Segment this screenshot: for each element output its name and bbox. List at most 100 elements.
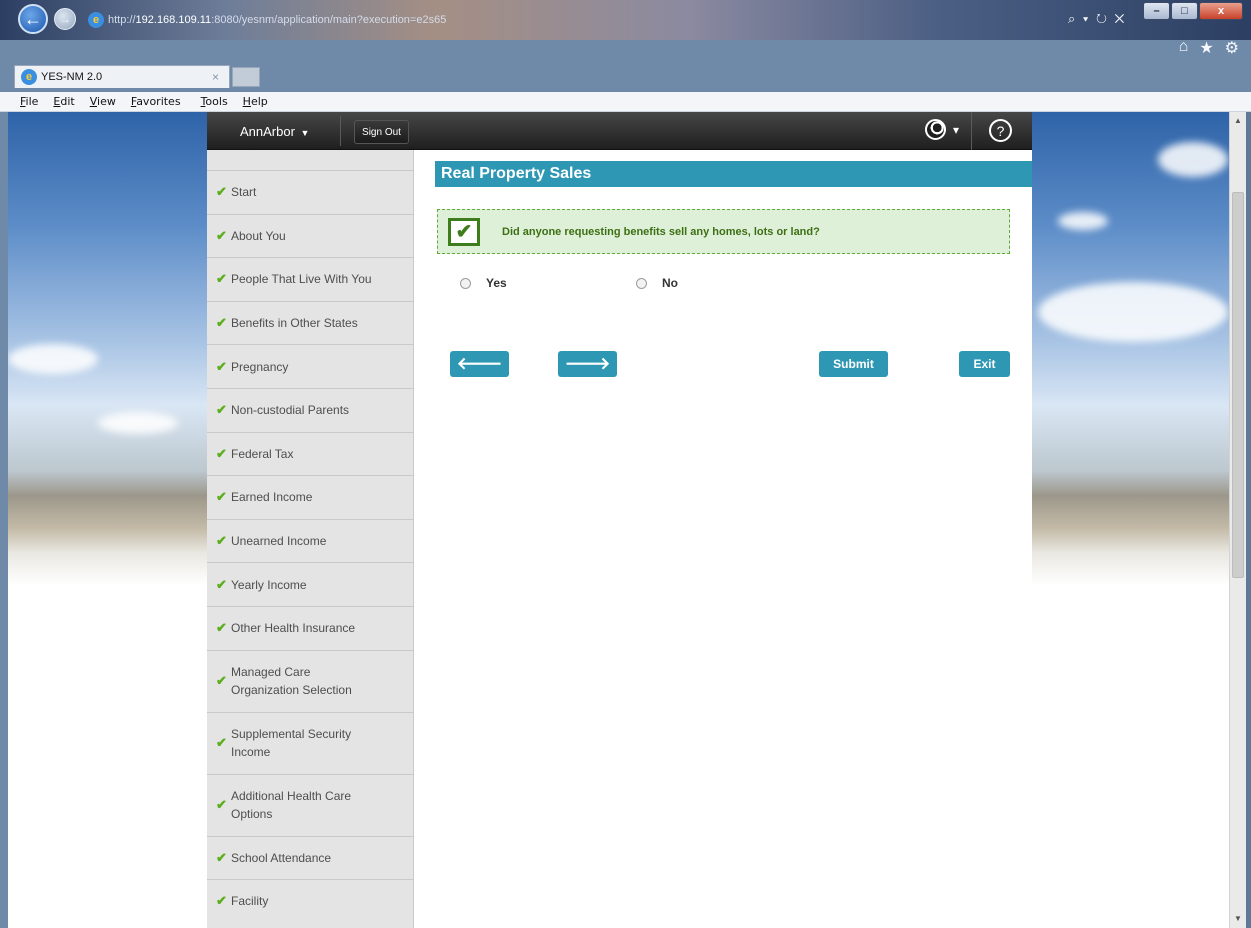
url-host: 192.168.109.11 (135, 14, 212, 26)
check-icon: ✔ (216, 402, 227, 418)
check-icon: ✔ (216, 315, 227, 331)
ie-icon: e (88, 12, 104, 28)
sidebar-item-facility[interactable]: ✔ Facility (207, 879, 413, 923)
window-frame-edge (1246, 112, 1251, 928)
menu-favorites[interactable]: Favorites (131, 95, 181, 108)
close-window-button[interactable]: x (1199, 2, 1243, 20)
sidebar-item-label: Non-custodial Parents (231, 403, 350, 418)
exit-button[interactable]: Exit (959, 351, 1010, 377)
sidebar-item-supplemental-security-income[interactable]: ✔ Supplemental Security Income (207, 711, 413, 774)
sidebar-item-unearned-income[interactable]: ✔ Unearned Income (207, 518, 413, 563)
address-bar[interactable]: e http:// 192.168.109.11 :8080/yesnm/app… (82, 10, 522, 30)
check-icon: ✔ (216, 797, 227, 813)
app-container: AnnArbor ▼ Sign Out ▾ ? ✔ Start ✔ About Yo… (207, 112, 1032, 928)
sidebar-item-label: Facility (231, 894, 269, 909)
background-cloud (1058, 212, 1108, 230)
sidebar-item-label: Start (231, 185, 257, 200)
url-rest: :8080/yesnm/application/main?execution=e… (211, 14, 447, 26)
check-icon: ✔ (216, 533, 227, 549)
question-box: ✔ Did anyone requesting benefits sell an… (437, 209, 1010, 254)
sidebar-item-additional-health-care[interactable]: ✔ Additional Health Care Options (207, 773, 413, 836)
sidebar-item-label: People That Live With You (231, 272, 372, 287)
menu-tools[interactable]: Tools (201, 95, 228, 108)
sidebar-item-about-you[interactable]: ✔ About You (207, 213, 413, 258)
arrow-left-icon: 🡐 (456, 354, 503, 373)
main-content: Real Property Sales ✔ Did anyone request… (414, 150, 1032, 928)
check-icon: ✔ (216, 576, 227, 592)
check-icon: ✔ (216, 271, 227, 287)
sidebar-item-label: Pregnancy (231, 359, 289, 374)
sidebar-item-pregnancy[interactable]: ✔ Pregnancy (207, 344, 413, 388)
radio-no[interactable]: No (636, 276, 678, 290)
check-icon: ✔ (216, 673, 227, 689)
menu-view[interactable]: View (90, 95, 116, 108)
check-icon: ✔ (216, 445, 227, 461)
new-tab-button[interactable] (232, 67, 260, 87)
back-button[interactable]: ← (18, 4, 48, 34)
next-button[interactable]: 🡒 (558, 351, 617, 377)
sidebar-item-label: Federal Tax (231, 446, 294, 461)
check-icon: ✔ (216, 184, 227, 200)
check-icon: ✔ (216, 893, 227, 909)
page-viewport: AnnArbor ▼ Sign Out ▾ ? ✔ Start ✔ About Yo… (8, 112, 1229, 928)
sidebar-item-school-attendance[interactable]: ✔ School Attendance (207, 835, 413, 880)
background-cloud (98, 412, 178, 434)
tab-ie-icon: e (21, 69, 37, 85)
forward-button[interactable]: → (54, 8, 76, 30)
url-scheme: http:// (108, 14, 136, 26)
window-controls: – □ x (1142, 2, 1243, 20)
sidebar-item-other-health-insurance[interactable]: ✔ Other Health Insurance (207, 605, 413, 650)
vertical-scrollbar[interactable]: ▲ ▼ (1229, 112, 1246, 928)
radio-yes-label: Yes (486, 276, 507, 290)
caret-down-icon: ▼ (300, 128, 310, 138)
radio-yes-circle[interactable] (460, 277, 471, 289)
sidebar-item-managed-care[interactable]: ✔ Managed Care Organization Selection (207, 649, 413, 712)
sidebar-item-people[interactable]: ✔ People That Live With You (207, 257, 413, 301)
globe-icon (925, 119, 946, 140)
menu-help[interactable]: Help (243, 95, 268, 108)
check-icon: ✔ (216, 489, 227, 505)
tab-close-icon[interactable]: × (212, 70, 219, 84)
sidebar-item-label: Earned Income (231, 490, 313, 505)
tab-strip: e YES-NM 2.0 × (0, 40, 1251, 92)
sidebar-item-label: Supplemental Security Income (231, 727, 352, 760)
menu-edit[interactable]: Edit (53, 95, 74, 108)
submit-button[interactable]: Submit (819, 351, 888, 377)
menu-file[interactable]: File (20, 95, 38, 108)
check-icon: ✔ (216, 620, 227, 636)
radio-no-label: No (662, 276, 678, 290)
sidebar-item-label: School Attendance (231, 850, 332, 865)
checkbox-check-icon: ✔ (448, 217, 480, 246)
menu-bar: File Edit View Favorites Tools Help (0, 92, 1251, 112)
scrollbar-thumb[interactable] (1232, 192, 1244, 578)
sidebar-item-yearly-income[interactable]: ✔ Yearly Income (207, 562, 413, 606)
address-tools[interactable]: ⌕ ▾ ↻ ✕ (1068, 11, 1126, 27)
minimize-button[interactable]: – (1143, 2, 1170, 20)
caret-down-icon: ▾ (953, 122, 960, 137)
sidebar-item-label: About You (231, 228, 286, 243)
scroll-up-arrow-icon[interactable]: ▲ (1230, 114, 1246, 128)
sidebar-item-start[interactable]: ✔ Start (207, 170, 413, 214)
scroll-down-arrow-icon[interactable]: ▼ (1230, 912, 1246, 926)
check-icon: ✔ (216, 358, 227, 374)
help-icon[interactable]: ? (989, 119, 1012, 142)
radio-yes[interactable]: Yes (460, 276, 507, 290)
maximize-button[interactable]: □ (1171, 2, 1198, 20)
user-menu[interactable]: AnnArbor ▼ (240, 124, 309, 139)
user-name: AnnArbor (240, 124, 295, 139)
radio-no-circle[interactable] (636, 277, 647, 289)
sidebar-item-label: Additional Health Care Options (231, 789, 352, 822)
app-header: AnnArbor ▼ Sign Out ▾ ? (207, 112, 1032, 150)
tab-title: YES-NM 2.0 (41, 71, 103, 83)
previous-button[interactable]: 🡐 (450, 351, 509, 377)
sign-out-button[interactable]: Sign Out (354, 120, 409, 144)
sidebar-item-label: Benefits in Other States (231, 316, 358, 331)
sidebar-item-non-custodial-parents[interactable]: ✔ Non-custodial Parents (207, 387, 413, 432)
sidebar-item-earned-income[interactable]: ✔ Earned Income (207, 475, 413, 519)
sidebar-item-federal-tax[interactable]: ✔ Federal Tax (207, 431, 413, 476)
language-menu[interactable]: ▾ (925, 119, 959, 140)
browser-tab[interactable]: e YES-NM 2.0 × (14, 65, 230, 88)
arrow-right-icon: 🡒 (564, 354, 611, 373)
page-title: Real Property Sales (435, 161, 1032, 187)
sidebar-item-benefits-other-states[interactable]: ✔ Benefits in Other States (207, 300, 413, 345)
